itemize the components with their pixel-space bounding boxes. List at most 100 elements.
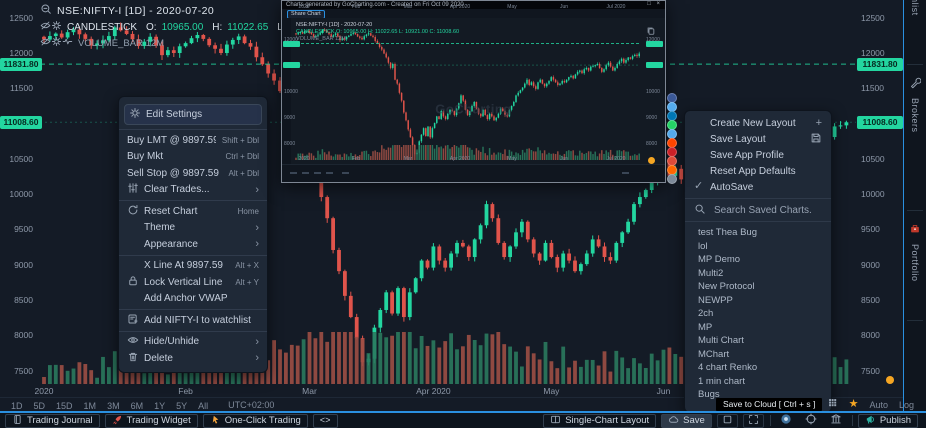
timeframe-1m[interactable]: 1M xyxy=(84,401,97,411)
saved-chart-item[interactable]: MP xyxy=(685,321,831,335)
timezone-label[interactable]: UTC+02:00 xyxy=(228,400,274,410)
trading-widget-button[interactable]: Trading Widget xyxy=(105,414,198,428)
series-controls[interactable] xyxy=(40,20,62,34)
preview-price-badge xyxy=(646,62,663,68)
price-tick: 7500 xyxy=(861,366,901,376)
preview-date-bottom: 2020 xyxy=(298,156,309,162)
saved-chart-item[interactable]: MP Demo xyxy=(685,253,831,267)
timeframe-5d[interactable]: 5D xyxy=(34,401,46,411)
timeframe-1d[interactable]: 1D xyxy=(11,401,23,411)
menu-item-save-layout[interactable]: Save Layout xyxy=(685,131,831,147)
saved-chart-item[interactable]: 1 min chart xyxy=(685,375,831,389)
zoom-out-icon[interactable] xyxy=(40,3,52,18)
saved-chart-item[interactable]: lol xyxy=(685,240,831,254)
menu-item-appearance[interactable]: Appearance› xyxy=(119,236,267,253)
menu-item-create-new-layout[interactable]: Create New Layout+ xyxy=(685,115,831,131)
side-tab-brokers[interactable]: Brokers xyxy=(904,76,926,133)
preview-tabbar: Share Chart xyxy=(282,9,665,18)
menu-item-autosave[interactable]: ✓AutoSave xyxy=(685,179,831,195)
menu-item-clear-trades[interactable]: Clear Trades...› xyxy=(119,182,267,199)
volume-controls[interactable] xyxy=(40,36,73,50)
timeframe-all[interactable]: All xyxy=(198,401,208,411)
cloud-icon xyxy=(668,414,679,428)
columns-button[interactable] xyxy=(826,415,846,427)
divider xyxy=(907,320,923,321)
timeframe-1y[interactable]: 1Y xyxy=(154,401,165,411)
menu-item-reset-chart[interactable]: Reset ChartHome xyxy=(119,203,267,220)
shortcut-hint: Alt + X xyxy=(235,261,259,270)
expand-button[interactable] xyxy=(743,414,764,428)
menu-item-label: Edit Settings xyxy=(146,109,257,120)
timeframe-6m[interactable]: 6M xyxy=(131,401,144,411)
timeframe-5y[interactable]: 5Y xyxy=(176,401,187,411)
saved-chart-item[interactable]: New Protocol xyxy=(685,280,831,294)
menu-item-edit-settings[interactable]: Edit Settings xyxy=(124,104,262,125)
email-share-icon[interactable] xyxy=(667,174,677,184)
log-scale-toggle[interactable]: Log xyxy=(899,400,914,410)
camera-button[interactable] xyxy=(776,415,796,427)
preview-volume: VOLUME_BAR 12M xyxy=(296,36,346,42)
saved-charts-search[interactable]: Search Saved Charts. xyxy=(685,198,831,222)
menu-item-add-nifty-i-to-watchlist[interactable]: Add NIFTY-I to watchlist xyxy=(119,312,267,329)
saved-chart-item[interactable]: Multi2 xyxy=(685,267,831,281)
timeframe-15d[interactable]: 15D xyxy=(56,401,73,411)
target-icon xyxy=(805,413,817,428)
saved-charts-list: test Thea BuglolMP DemoMulti2New Protoco… xyxy=(685,222,831,408)
menu-item-label: Appearance xyxy=(144,239,249,250)
saved-chart-item[interactable]: MChart xyxy=(685,348,831,362)
timeframe-3m[interactable]: 3M xyxy=(107,401,120,411)
grid-icon[interactable] xyxy=(827,395,838,413)
target-button[interactable] xyxy=(801,415,821,427)
price-tick: 9000 xyxy=(0,260,33,270)
price-tick: 8000 xyxy=(861,330,901,340)
side-tab-label: Watchlist xyxy=(910,0,920,16)
one-click-trading-button[interactable]: One-Click Trading xyxy=(203,414,308,428)
menu-item-label: X Line At 9897.59 xyxy=(144,260,229,271)
saved-chart-item[interactable]: 2ch xyxy=(685,307,831,321)
menu-item-label: Theme xyxy=(144,222,249,233)
menu-item-delete[interactable]: Delete› xyxy=(119,350,267,367)
trading-app: NSE:NIFTY-I [1D] - 2020-07-20 CANDLESTIC… xyxy=(0,0,926,428)
publish-button[interactable]: Publish xyxy=(858,414,918,428)
trading-journal-button[interactable]: Trading Journal xyxy=(5,414,100,428)
single-chart-layout-button[interactable]: Single-Chart Layout xyxy=(543,414,656,428)
notification-dot xyxy=(886,376,894,384)
side-tab-watchlist[interactable]: Watchlist xyxy=(904,0,926,16)
symbol-header: NSE:NIFTY-I [1D] - 2020-07-20 xyxy=(40,3,214,18)
menu-item-add-anchor-vwap[interactable]: Add Anchor VWAP xyxy=(119,291,267,308)
watermark: GoCharting xyxy=(435,101,512,116)
copy-icon[interactable] xyxy=(646,23,656,41)
preview-price-badge xyxy=(646,41,663,47)
side-tab-portfolio[interactable]: Portfolio xyxy=(904,222,926,282)
eye-off-icon xyxy=(40,36,51,50)
menu-item-buy-mkt[interactable]: Buy MktCtrl + Dbl xyxy=(119,149,267,166)
code-editor-button[interactable]: <> xyxy=(313,414,338,428)
auto-scale-toggle[interactable]: Auto xyxy=(869,400,888,410)
menu-item-lock-vertical-line[interactable]: Lock Vertical LineAlt + Y xyxy=(119,274,267,291)
menu-item-sell-stop-9897-59[interactable]: Sell Stop @ 9897.59Alt + Dbl xyxy=(119,165,267,182)
save-icon xyxy=(810,132,822,147)
save-button[interactable]: Save xyxy=(661,414,712,428)
wrench-icon xyxy=(909,76,921,94)
saved-chart-item[interactable]: NEWPP xyxy=(685,294,831,308)
menu-item-theme[interactable]: Theme› xyxy=(119,220,267,237)
square-button[interactable] xyxy=(717,414,738,428)
lock-icon xyxy=(127,275,139,290)
briefcase-icon xyxy=(909,222,921,240)
open-value: 10965.00 xyxy=(162,22,204,33)
star-icon[interactable]: ★ xyxy=(849,399,859,410)
saved-chart-item[interactable]: Multi Chart xyxy=(685,334,831,348)
menu-item-x-line-at-9897-59[interactable]: X Line At 9897.59 Alt + X xyxy=(119,258,267,275)
menu-item-reset-app-defaults[interactable]: Reset App Defaults xyxy=(685,163,831,179)
rocket-icon xyxy=(112,414,123,428)
menu-item-buy-lmt-9897-59[interactable]: Buy LMT @ 9897.59Shift + Dbl xyxy=(119,132,267,149)
time-tick: Feb xyxy=(178,386,193,396)
volume-label: VOLUME_BAR 12M xyxy=(78,38,164,49)
camera-icon xyxy=(780,413,792,428)
menu-item-save-app-profile[interactable]: Save App Profile xyxy=(685,147,831,163)
saved-chart-item[interactable]: test Thea Bug xyxy=(685,226,831,240)
preview-notification-dot xyxy=(648,157,655,164)
menu-item-hide-unhide[interactable]: Hide/Unhide› xyxy=(119,334,267,351)
preview-price-badge xyxy=(283,41,300,47)
saved-chart-item[interactable]: 4 chart Renko xyxy=(685,361,831,375)
